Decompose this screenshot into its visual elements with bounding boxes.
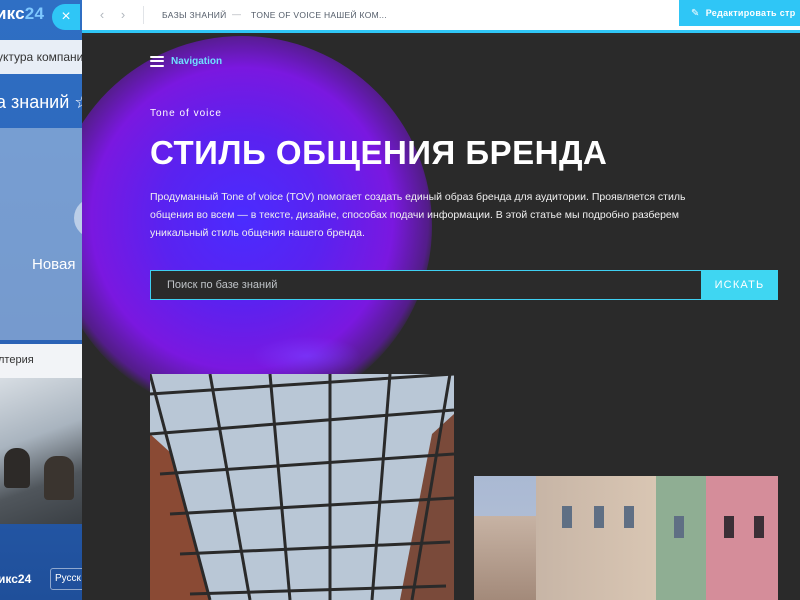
pencil-icon: ✎ — [691, 8, 700, 19]
footer: икс24 Русск — [0, 564, 82, 594]
background-app: икс24 × уктура компании а знаний ☆ Новая… — [0, 0, 82, 600]
language-selector[interactable]: Русск — [50, 568, 82, 590]
add-icon — [74, 198, 82, 238]
footer-logo: икс24 — [0, 572, 32, 586]
new-base-card[interactable]: Новая — [0, 128, 82, 340]
breadcrumb-separator: — — [232, 9, 241, 19]
navigation-label: Navigation — [171, 55, 223, 67]
company-structure-link[interactable]: уктура компании — [0, 40, 82, 74]
glass-roof-graphic — [150, 374, 454, 600]
page-content: Navigation Tone of voice СТИЛЬ ОБЩЕНИЯ Б… — [82, 36, 800, 600]
breadcrumb-knowledge-bases[interactable]: Базы знаний — [162, 10, 227, 20]
edit-page-button[interactable]: ✎ Редактировать стр — [679, 0, 800, 26]
street-buildings-image — [474, 476, 778, 600]
page-description: Продуманный Tone of voice (TOV) помогает… — [150, 191, 686, 239]
forward-arrow-icon[interactable]: › — [113, 6, 133, 24]
slider-toolbar: ‹ › Базы знаний — Tone of voice нашей ко… — [82, 0, 800, 33]
back-arrow-icon[interactable]: ‹ — [92, 6, 112, 24]
base-cover-image[interactable] — [0, 378, 82, 524]
glass-roof-image — [150, 374, 454, 600]
breadcrumb-current-page[interactable]: Tone of voice нашей ком... — [251, 10, 387, 20]
close-icon[interactable]: × — [52, 4, 80, 30]
app-logo: икс24 — [0, 4, 45, 23]
search-button[interactable]: ИСКАТЬ — [701, 270, 778, 300]
search-input[interactable] — [150, 270, 701, 300]
hamburger-icon — [150, 55, 164, 67]
knowledge-base-slider: ‹ › Базы знаний — Tone of voice нашей ко… — [82, 0, 800, 600]
base-list-item-label: лтерия — [0, 344, 82, 378]
page-eyebrow: Tone of voice — [150, 108, 222, 119]
navigation-menu-button[interactable]: Navigation — [150, 54, 222, 68]
knowledge-base-heading: а знаний ☆ — [0, 92, 82, 112]
knowledge-search: ИСКАТЬ — [150, 270, 778, 300]
page-title: СТИЛЬ ОБЩЕНИЯ БРЕНДА — [150, 134, 608, 171]
